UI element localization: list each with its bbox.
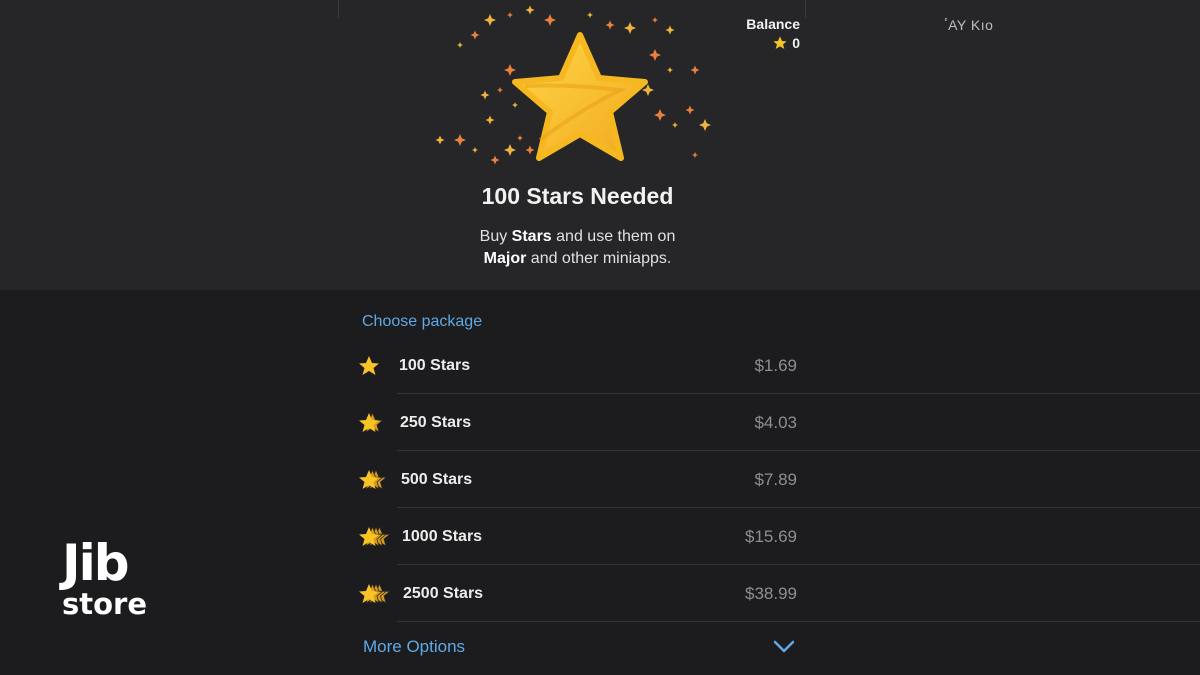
more-options-label: More Options	[363, 637, 466, 656]
balance-value: 0	[792, 35, 800, 51]
hero-star-icon	[420, 0, 740, 185]
sparkle	[490, 155, 500, 165]
sparkle	[512, 102, 518, 108]
sparkle	[517, 135, 523, 141]
stacked-stars-icon	[357, 522, 399, 552]
package-row[interactable]: 500 Stars $7.89	[357, 451, 1200, 508]
package-label: 100 Stars	[399, 356, 471, 374]
sparkle	[525, 5, 535, 15]
package-price: $7.89	[754, 469, 797, 489]
sparkle	[605, 20, 615, 30]
balance-label: Balance	[746, 16, 800, 32]
sparkle	[652, 17, 658, 23]
page-title: 100 Stars Needed	[481, 183, 674, 209]
divider	[338, 0, 339, 18]
single-star-icon	[357, 351, 399, 381]
sparkle	[470, 30, 480, 40]
row-divider	[397, 621, 1200, 622]
section-title: Choose package	[362, 313, 483, 330]
sparkle	[472, 147, 478, 153]
package-price: $1.69	[754, 355, 797, 375]
sparkle	[507, 12, 513, 18]
sparkle	[692, 152, 698, 158]
sparkle	[485, 115, 495, 125]
sparkle	[624, 22, 636, 34]
sparkle	[665, 25, 675, 35]
double-star-icon	[357, 408, 399, 438]
package-label: 250 Stars	[400, 413, 472, 431]
sparkle	[435, 135, 445, 145]
sparkle	[544, 14, 556, 26]
page-subtitle: Buy Stars and use them on Major and othe…	[479, 228, 676, 267]
logo-line-1: Jib	[62, 534, 130, 592]
sparkle	[454, 134, 466, 146]
sparkle	[525, 145, 535, 155]
sparkle	[504, 64, 516, 76]
jib-store-logo: Jib store	[62, 538, 152, 620]
logo-line-2: store	[62, 587, 148, 621]
sparkle	[457, 42, 463, 48]
package-row[interactable]: 2500 Stars $38.99	[357, 565, 1200, 622]
package-label: 2500 Stars	[403, 584, 484, 602]
package-row[interactable]: 1000 Stars $15.69	[357, 508, 1200, 565]
triple-star-icon	[357, 465, 399, 495]
sparkle	[649, 49, 661, 61]
balance: Balance 0	[700, 16, 800, 51]
package-price: $4.03	[754, 412, 797, 432]
stacked-stars-icon	[357, 579, 399, 609]
divider	[805, 0, 806, 18]
sparkle	[672, 122, 678, 128]
package-row[interactable]: 100 Stars $1.69	[357, 337, 1200, 394]
package-row[interactable]: 250 Stars $4.03	[357, 394, 1200, 451]
package-label: 1000 Stars	[402, 527, 483, 545]
sparkle	[699, 119, 711, 131]
sparkle	[587, 12, 593, 18]
package-price: $38.99	[745, 583, 797, 603]
sparkle	[654, 109, 666, 121]
sparkle	[484, 14, 496, 26]
sparkle	[497, 87, 503, 93]
sparkle	[504, 144, 516, 156]
package-label: 500 Stars	[401, 470, 473, 488]
star-icon	[773, 36, 787, 49]
sparkle	[480, 90, 490, 100]
package-price: $15.69	[745, 526, 797, 546]
sparkle	[667, 67, 673, 73]
sparkle	[685, 105, 695, 115]
more-options-button[interactable]: More Options	[363, 637, 795, 657]
chevron-down-icon	[773, 640, 795, 653]
sparkle	[690, 65, 700, 75]
corner-label: ٴAY Kıo	[944, 17, 994, 33]
